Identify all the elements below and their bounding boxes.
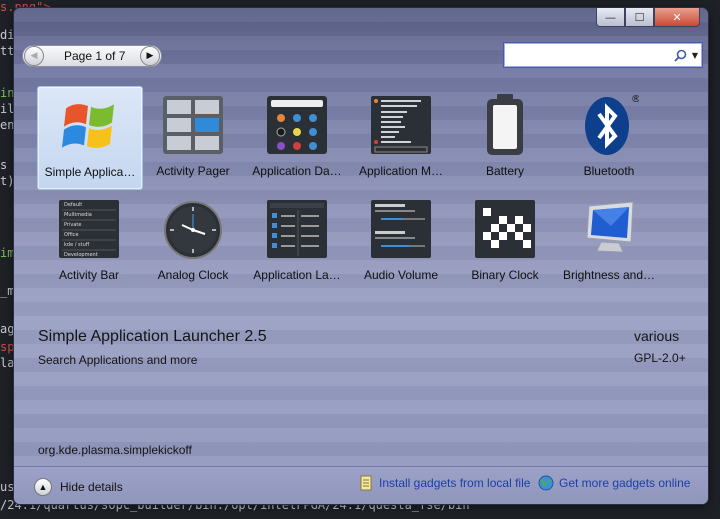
terminal-line: t)	[0, 174, 15, 188]
details-author: various	[634, 328, 680, 344]
binary-clock-icon	[475, 198, 535, 260]
gadget-label: Audio Volume	[363, 268, 439, 282]
terminal-line: en	[0, 118, 15, 132]
gadget-tile[interactable]: Application Da…	[245, 86, 349, 188]
minimize-button[interactable]: —	[596, 8, 625, 27]
hide-details-label: Hide details	[60, 480, 123, 494]
battery-icon	[475, 94, 535, 156]
magnifier-icon[interactable]	[672, 47, 688, 63]
terminal-line: di	[0, 28, 15, 42]
install-local-link[interactable]: Install gadgets from local file	[358, 475, 530, 491]
gadget-label: Battery	[485, 164, 524, 178]
details-title: Simple Application Launcher 2.5	[38, 328, 267, 345]
terminal-line: _m	[0, 284, 15, 298]
terminal-line: in	[0, 86, 15, 100]
terminal-line: im	[0, 246, 15, 260]
gadget-label: Binary Clock	[471, 268, 539, 282]
gadget-tile[interactable]: Application M…	[349, 86, 453, 188]
gadget-label: Activity Pager	[156, 164, 230, 178]
close-button[interactable]: ✕	[654, 8, 700, 27]
gadget-tile[interactable]: ® Bluetooth	[557, 86, 661, 188]
analog-clock-icon	[163, 198, 223, 260]
gadget-tile[interactable]: Audio Volume	[349, 190, 453, 292]
gallery-footer: ▲ Hide details Install gadgets from loca…	[14, 466, 708, 504]
gadget-tile[interactable]: Brightness and…	[557, 190, 661, 292]
gadget-label: Application Da…	[252, 164, 342, 178]
page-label: Page 1 of 7	[64, 49, 126, 63]
activity-bar-icon: Default Multimedia Private Office kde / stuf…	[59, 198, 119, 260]
gadget-tile[interactable]: Analog Clock	[141, 190, 245, 292]
globe-icon	[538, 475, 554, 491]
chevron-up-icon: ▲	[34, 478, 52, 496]
terminal-line: sp	[0, 340, 15, 354]
get-more-link[interactable]: Get more gadgets online	[538, 475, 690, 491]
monitor-icon	[579, 198, 639, 260]
windows-logo-icon	[60, 95, 120, 157]
activity-bar-item: Office	[64, 232, 79, 238]
gadget-tile[interactable]: Application La…	[245, 190, 349, 292]
install-local-label: Install gadgets from local file	[379, 476, 531, 490]
details-license: GPL-2.0+	[634, 351, 686, 365]
gadget-label: Application La…	[253, 268, 341, 282]
terminal-line: la	[0, 356, 15, 370]
gadget-label: Analog Clock	[157, 268, 229, 282]
chevron-left-icon[interactable]: ◀	[24, 46, 44, 66]
maximize-button[interactable]: ☐	[625, 8, 654, 27]
chevron-down-icon[interactable]: ▼	[688, 51, 702, 60]
activity-bar-item: Private	[64, 222, 82, 228]
terminal-line: us	[0, 480, 15, 494]
gadget-tile[interactable]: Default Multimedia Private Office kde / stuf…	[37, 190, 141, 292]
terminal-line: ag	[0, 322, 15, 336]
hide-details-button[interactable]: ▲ Hide details	[34, 478, 123, 496]
gadget-gallery-window: — ☐ ✕ ◀ Page 1 of 7 ▶ ▼ Simple Applica… A…	[14, 8, 708, 504]
gadget-tile[interactable]: Activity Pager	[141, 86, 245, 188]
gadget-tile[interactable]: Simple Applica…	[37, 86, 143, 190]
app-launcher-icon	[267, 198, 327, 260]
activity-bar-item: Multimedia	[64, 212, 92, 218]
gadget-label: Bluetooth	[583, 164, 635, 178]
pager-grid-icon	[163, 94, 223, 156]
terminal-line: tt	[0, 44, 15, 58]
document-icon	[360, 475, 372, 491]
terminal-line: il	[0, 102, 15, 116]
activity-bar-item: kde / stuff	[64, 242, 90, 248]
gadget-tile[interactable]: Binary Clock	[453, 190, 557, 292]
svg-text:®: ®	[631, 94, 639, 105]
app-menu-icon	[371, 94, 431, 156]
gadget-label: Activity Bar	[58, 268, 119, 282]
gadget-label: Brightness and…	[562, 268, 656, 282]
page-navigator: ◀ Page 1 of 7 ▶	[22, 45, 162, 67]
gadget-label: Simple Applica…	[44, 165, 136, 179]
chevron-right-icon[interactable]: ▶	[140, 46, 160, 66]
audio-volume-icon	[371, 198, 431, 260]
bluetooth-icon: ®	[579, 94, 641, 156]
activity-bar-item: Development	[64, 252, 98, 258]
gadget-tile[interactable]: Battery	[453, 86, 557, 188]
window-controls: — ☐ ✕	[596, 8, 700, 27]
gadget-label: Application M…	[358, 164, 444, 178]
search-input[interactable]	[508, 45, 672, 65]
terminal-line: s	[0, 158, 8, 172]
search-box: ▼	[503, 42, 703, 68]
dashboard-icon	[267, 94, 327, 156]
details-plugin-id: org.kde.plasma.simplekickoff	[38, 443, 192, 457]
get-more-label: Get more gadgets online	[559, 476, 691, 490]
details-description: Search Applications and more	[38, 353, 198, 367]
activity-bar-item: Default	[64, 202, 83, 208]
